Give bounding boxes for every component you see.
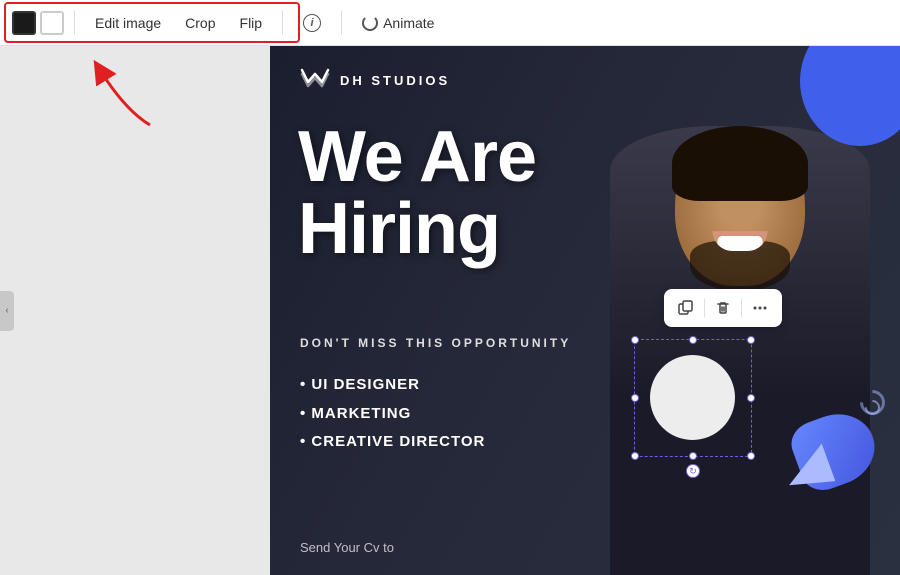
design-card[interactable]: DH STUDIOS We Are Hiring DON'T MISS THIS… bbox=[270, 46, 900, 575]
animate-label: Animate bbox=[383, 15, 434, 31]
flip-label: Flip bbox=[240, 15, 263, 31]
handle-bottom-middle[interactable] bbox=[689, 452, 697, 460]
main-toolbar: Edit image Crop Flip i Animate bbox=[0, 0, 900, 46]
edit-image-label: Edit image bbox=[95, 15, 161, 31]
toolbar-divider-3 bbox=[341, 11, 342, 35]
more-options-button[interactable] bbox=[746, 294, 774, 322]
duplicate-button[interactable] bbox=[672, 294, 700, 322]
headline-line1: We Are bbox=[298, 121, 536, 193]
sidebar-collapse-tab[interactable]: ‹ bbox=[0, 291, 14, 331]
send-text: Send Your Cv to bbox=[300, 540, 394, 555]
crop-button[interactable]: Crop bbox=[175, 10, 225, 36]
animate-button[interactable]: Animate bbox=[352, 10, 444, 36]
logo-area: DH STUDIOS bbox=[300, 66, 450, 94]
toolbar-divider-1 bbox=[74, 11, 75, 35]
handle-top-middle[interactable] bbox=[689, 336, 697, 344]
element-toolbar bbox=[664, 289, 782, 327]
animate-icon bbox=[362, 15, 378, 31]
handle-bottom-left[interactable] bbox=[631, 452, 639, 460]
info-button[interactable]: i bbox=[293, 9, 331, 37]
subheadline: DON'T MISS THIS OPPORTUNITY bbox=[300, 336, 571, 350]
crop-label: Crop bbox=[185, 15, 215, 31]
handle-top-right[interactable] bbox=[747, 336, 755, 344]
ellipsis-icon bbox=[752, 300, 768, 316]
left-sidebar: ‹ bbox=[0, 46, 270, 575]
info-icon: i bbox=[303, 14, 321, 32]
megaphone-decoration bbox=[775, 385, 885, 495]
delete-button[interactable] bbox=[709, 294, 737, 322]
rotate-handle[interactable]: ↻ bbox=[686, 464, 700, 478]
handle-bottom-right[interactable] bbox=[747, 452, 755, 460]
toolbar-sep-2 bbox=[741, 299, 742, 317]
bullet-item-2: MARKETING bbox=[300, 400, 485, 429]
trash-icon bbox=[715, 300, 731, 316]
main-headline: We Are Hiring bbox=[298, 121, 536, 265]
handle-middle-right[interactable] bbox=[747, 394, 755, 402]
headline-line2: Hiring bbox=[298, 193, 536, 265]
bullet-item-3: CREATIVE DIRECTOR bbox=[300, 428, 485, 457]
edit-image-button[interactable]: Edit image bbox=[85, 10, 171, 36]
logo-icon bbox=[300, 66, 330, 94]
bullet-list: UI DESIGNER MARKETING CREATIVE DIRECTOR bbox=[300, 371, 485, 457]
handle-middle-left[interactable] bbox=[631, 394, 639, 402]
bullet-item-1: UI DESIGNER bbox=[300, 371, 485, 400]
flip-button[interactable]: Flip bbox=[230, 10, 273, 36]
canvas-area: DH STUDIOS We Are Hiring DON'T MISS THIS… bbox=[270, 46, 900, 575]
toolbar-sep-1 bbox=[704, 299, 705, 317]
duplicate-icon bbox=[678, 300, 694, 316]
swatch-black[interactable] bbox=[12, 11, 36, 35]
swatch-white[interactable] bbox=[40, 11, 64, 35]
selection-box: ↻ bbox=[634, 339, 752, 457]
logo-text: DH STUDIOS bbox=[340, 73, 450, 88]
handle-top-left[interactable] bbox=[631, 336, 639, 344]
toolbar-divider-2 bbox=[282, 11, 283, 35]
